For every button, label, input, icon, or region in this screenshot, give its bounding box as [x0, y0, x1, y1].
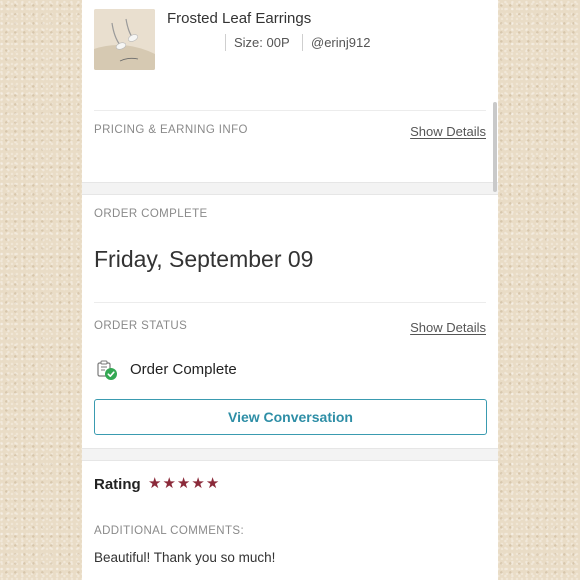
earrings-thumbnail-icon	[94, 9, 155, 70]
seller-username[interactable]: @erinj912	[311, 35, 370, 50]
meta-divider	[225, 34, 226, 51]
star-icon: ★	[191, 475, 205, 492]
rating-stars: ★ ★ ★ ★ ★	[148, 476, 219, 492]
order-details-panel: Frosted Leaf Earrings Size: 00P @erinj91…	[82, 0, 498, 580]
item-summary[interactable]: Frosted Leaf Earrings Size: 00P @erinj91…	[82, 0, 498, 110]
rating-label: Rating	[94, 476, 141, 493]
order-status-heading: ORDER STATUS	[94, 320, 188, 332]
order-complete-heading: ORDER COMPLETE	[94, 208, 208, 220]
order-complete-check-icon	[96, 359, 118, 381]
view-conversation-button[interactable]: View Conversation	[94, 399, 487, 435]
item-thumbnail[interactable]	[94, 9, 155, 70]
star-icon: ★	[205, 475, 220, 492]
star-icon: ★	[162, 475, 176, 492]
additional-comments-heading: ADDITIONAL COMMENTS:	[94, 525, 245, 537]
section-divider	[94, 110, 486, 111]
pricing-heading: PRICING & EARNING INFO	[94, 124, 248, 136]
star-icon: ★	[176, 475, 191, 492]
item-size: Size: 00P	[234, 35, 290, 50]
item-title[interactable]: Frosted Leaf Earrings	[167, 10, 311, 27]
star-icon: ★	[148, 475, 162, 492]
section-divider	[94, 302, 486, 303]
pricing-show-details-link[interactable]: Show Details	[410, 124, 486, 139]
section-gap	[82, 182, 498, 195]
order-complete-date: Friday, September 09	[94, 246, 314, 272]
order-status-show-details-link[interactable]: Show Details	[410, 320, 486, 335]
rating-comment: Beautiful! Thank you so much!	[94, 550, 276, 565]
meta-divider	[302, 34, 303, 51]
section-gap	[82, 448, 498, 461]
order-status-text: Order Complete	[130, 361, 237, 378]
scrollbar[interactable]	[493, 102, 497, 192]
